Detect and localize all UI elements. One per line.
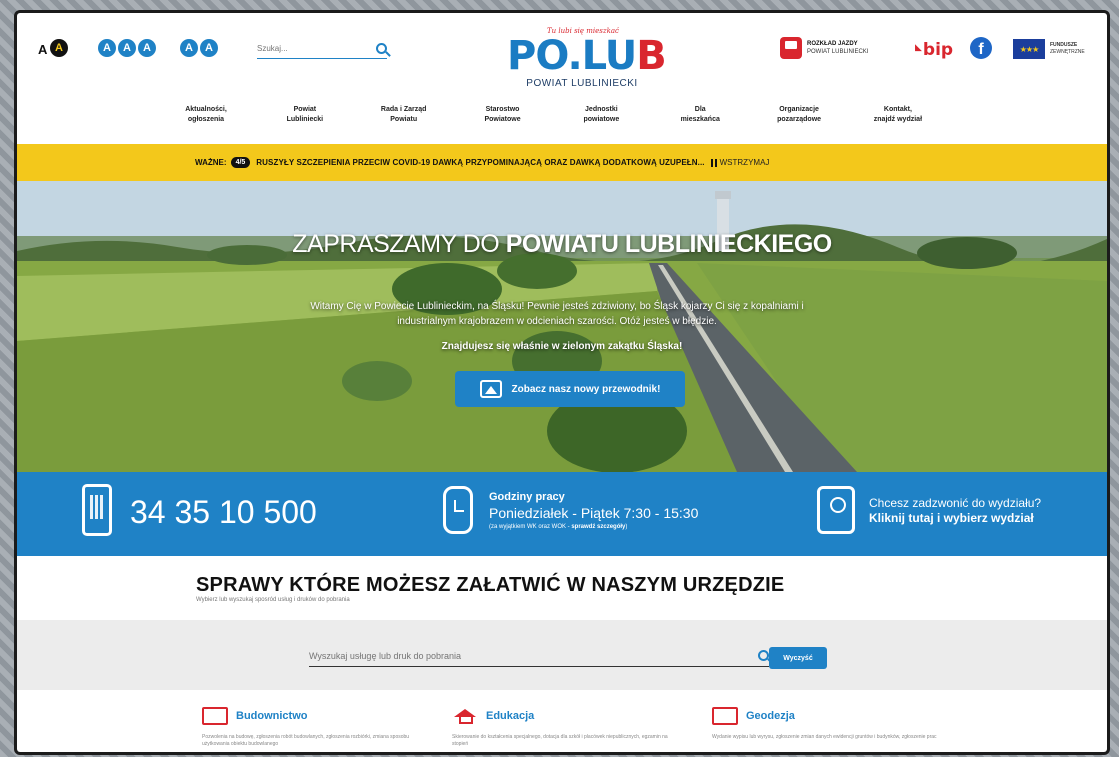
- nav-item-ngo[interactable]: Organizacje pozarządowe: [755, 105, 843, 141]
- bus-timetable-link[interactable]: ROZKŁAD JAZDY POWIAT LUBLINIECKI: [780, 37, 868, 59]
- building-icon: [202, 707, 228, 725]
- browser-viewport: A A A A A A A Tu lubi się mieszkać PO.LU…: [17, 13, 1107, 752]
- image-icon: [479, 380, 502, 398]
- graduation-cap-icon: [452, 707, 478, 725]
- line-height-button[interactable]: A: [200, 39, 218, 57]
- services-subheading: Wybierz lub wyszukaj sposród usług i dru…: [196, 597, 350, 603]
- services-search: [309, 645, 769, 667]
- bip-link[interactable]: bip: [915, 40, 953, 60]
- font-size-large-button[interactable]: A: [138, 39, 156, 57]
- hours-details-link[interactable]: sprawdź szczegóły: [571, 524, 625, 530]
- search-icon[interactable]: [376, 43, 387, 54]
- services-search-band: Wyczyść: [17, 620, 1107, 690]
- phone-icon: [82, 484, 112, 536]
- search-icon[interactable]: [758, 650, 769, 661]
- nav-item-contact[interactable]: Kontakt, znajdź wydział: [854, 105, 942, 141]
- site-search-input[interactable]: [257, 44, 357, 53]
- alert-pause-button[interactable]: WSTRZYMAJ: [710, 158, 769, 167]
- map-icon: [712, 707, 738, 725]
- hero-banner: ZAPRASZAMY DO POWIATU LUBLINIECKIEGO Wit…: [17, 181, 1107, 472]
- category-budownictwo[interactable]: Budownictwo Pozwolenia na budowę, zgłosz…: [202, 707, 442, 748]
- hero-emphasis: Znajdujesz się właśnie w zielonym zakątk…: [441, 341, 683, 352]
- services-heading: SPRAWY KTÓRE MOŻESZ ZAŁATWIĆ W NASZYM UR…: [196, 574, 785, 596]
- phone-number-link[interactable]: 34 35 10 500: [130, 494, 317, 531]
- logo-subtitle: POWIAT LUBLINIECKI: [526, 78, 638, 89]
- nav-item-news[interactable]: Aktualności, ogłoszenia: [162, 105, 250, 141]
- guide-button[interactable]: Zobacz nasz nowy przewodnik!: [455, 371, 685, 407]
- facebook-icon[interactable]: f: [970, 37, 992, 59]
- logo[interactable]: Tu lubi się mieszkać PO.LUB POWIAT LUBLI…: [507, 21, 667, 91]
- contrast-dark-button[interactable]: A: [50, 39, 68, 57]
- letter-spacing-button[interactable]: A: [180, 39, 198, 57]
- hours-value: Poniedziałek - Piątek 7:30 - 15:30: [489, 505, 699, 521]
- call-department-link[interactable]: Chcesz zadzwonić do wydziału? Kliknij tut…: [869, 496, 1041, 526]
- hours-title: Godziny pracy: [489, 491, 565, 503]
- nav-item-units[interactable]: Jednostki powiatowe: [557, 105, 645, 141]
- hero-title: ZAPRASZAMY DO POWIATU LUBLINIECKIEGO: [292, 230, 832, 258]
- screen-frame: A A A A A A A Tu lubi się mieszkać PO.LU…: [14, 10, 1110, 755]
- logo-wordmark: PO.LUB: [507, 33, 667, 79]
- category-edukacja[interactable]: Edukacja Skierowanie do kształcenia spec…: [452, 707, 692, 748]
- person-icon: [817, 486, 855, 534]
- alert-label: WAŻNE:: [195, 158, 227, 167]
- hero-description: Witamy Cię w Powiecie Lublinieckim, na Ś…: [310, 301, 804, 327]
- pause-icon: [710, 158, 717, 167]
- contact-band: 34 35 10 500 Godziny pracy Poniedziałek …: [17, 472, 1107, 556]
- eu-funds-link[interactable]: ★★★ FUNDUSZE ZEWNĘTRZNE: [1013, 39, 1085, 59]
- eu-flag-icon: ★★★: [1013, 39, 1045, 59]
- font-size-medium-button[interactable]: A: [118, 39, 136, 57]
- bus-icon: [780, 37, 802, 59]
- watch-icon: [443, 486, 473, 534]
- font-size-small-button[interactable]: A: [98, 39, 116, 57]
- nav-item-residents[interactable]: Dla mieszkańca: [656, 105, 744, 141]
- category-geodezja[interactable]: Geodezja Wydanie wypisu lub wyrysu, zgło…: [712, 707, 952, 741]
- site-header: A A A A A A A Tu lubi się mieszkać PO.LU…: [17, 13, 1107, 98]
- service-categories: Budownictwo Pozwolenia na budowę, zgłosz…: [202, 707, 937, 748]
- nav-item-starostwo[interactable]: Starostwo Powiatowe: [459, 105, 547, 141]
- site-search: [257, 39, 387, 59]
- main-nav: Aktualności, ogłoszenia Powiat Lubliniec…: [162, 105, 942, 141]
- nav-item-council[interactable]: Rada i Zarząd Powiatu: [360, 105, 448, 141]
- hours-note: (za wyjątkiem WK oraz WOK - sprawdź szcz…: [489, 524, 628, 530]
- font-size-default[interactable]: A: [38, 42, 47, 57]
- nav-item-county[interactable]: Powiat Lubliniecki: [261, 105, 349, 141]
- alert-message-link[interactable]: RUSZYŁY SZCZEPIENIA PRZECIW COVID-19 DAW…: [256, 158, 704, 167]
- important-alert-bar: WAŻNE: 4/5 RUSZYŁY SZCZEPIENIA PRZECIW C…: [17, 144, 1107, 181]
- clear-button[interactable]: Wyczyść: [769, 647, 827, 669]
- alert-counter: 4/5: [230, 157, 251, 168]
- services-search-input[interactable]: [309, 650, 709, 661]
